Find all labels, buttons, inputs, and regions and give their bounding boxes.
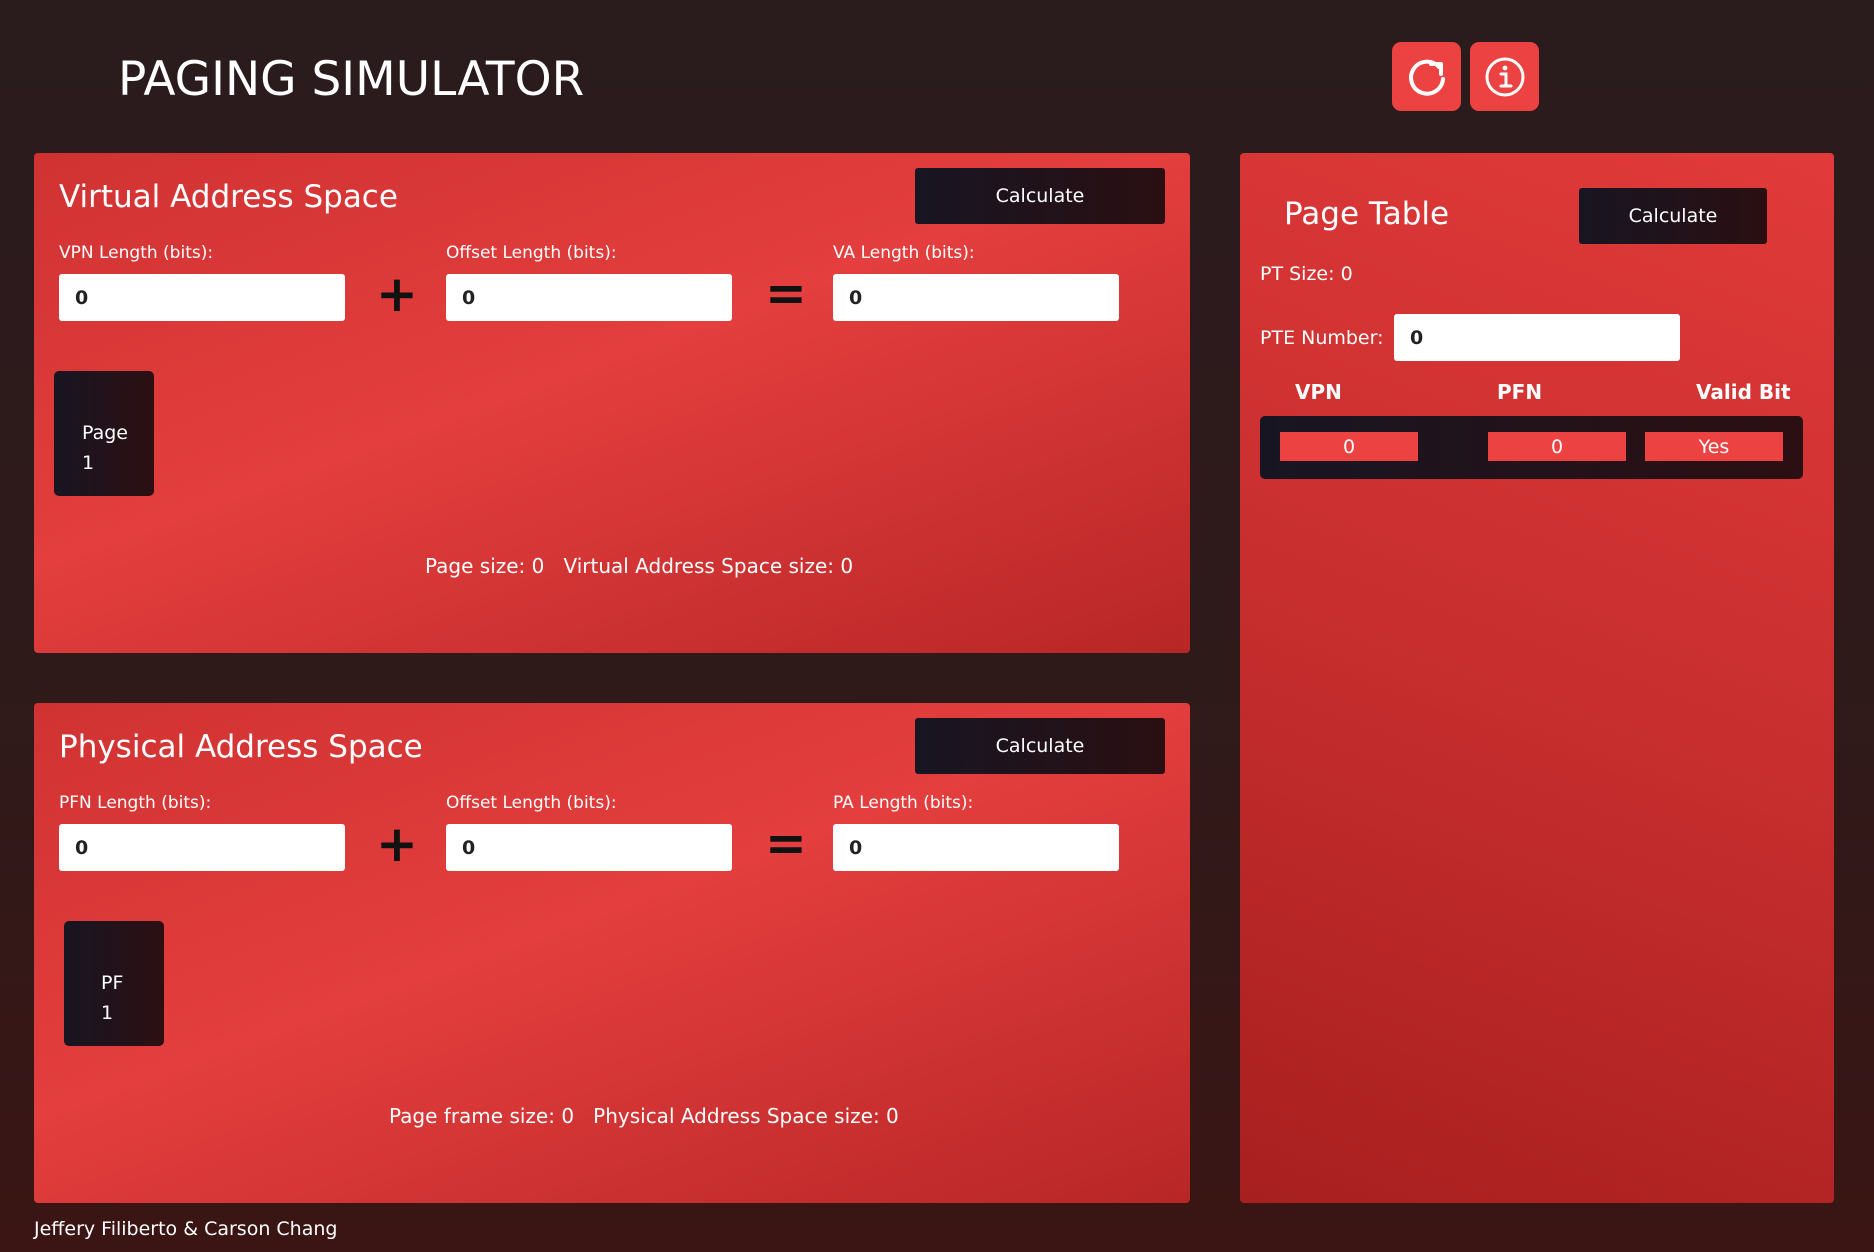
offset-length-input[interactable] (446, 274, 732, 321)
physical-panel-title: Physical Address Space (59, 729, 423, 765)
column-header-vpn: VPN (1295, 380, 1342, 404)
page-tile[interactable]: Page 1 (54, 371, 154, 496)
pte-vpn-cell[interactable]: 0 (1280, 432, 1418, 461)
page-table-title: Page Table (1284, 196, 1450, 232)
equals-sign: = (765, 814, 807, 872)
virtual-calculate-button[interactable]: Calculate (915, 168, 1165, 224)
virtual-space-size-value: 0 (840, 554, 854, 578)
physical-offset-length-input[interactable] (446, 824, 732, 871)
column-header-pfn: PFN (1497, 380, 1543, 404)
virtual-space-size-label: Virtual Address Space size: (563, 554, 835, 578)
page-tile-number: 1 (82, 452, 95, 474)
app-title: PAGING SIMULATOR (118, 52, 585, 107)
page-table-panel (1240, 153, 1834, 1203)
column-header-valid-bit: Valid Bit (1696, 380, 1791, 404)
pa-length-input[interactable] (833, 824, 1119, 871)
pt-size-value: 0 (1340, 263, 1353, 285)
refresh-icon (1408, 59, 1445, 96)
page-size-label: Page size: (425, 554, 526, 578)
page-size-value: 0 (531, 554, 545, 578)
info-icon (1485, 57, 1524, 96)
page-tile-label: Page (82, 422, 128, 444)
plus-sign: + (376, 815, 418, 873)
physical-calculate-button[interactable]: Calculate (915, 718, 1165, 774)
va-length-label: VA Length (bits): (833, 243, 975, 263)
page-table-calculate-button[interactable]: Calculate (1579, 188, 1767, 244)
pte-number-input[interactable] (1394, 314, 1680, 361)
footer-credits: Jeffery Filiberto & Carson Chang (34, 1218, 338, 1240)
page-table-row: 0 0 Yes (1260, 416, 1803, 479)
pfn-length-label: PFN Length (bits): (59, 793, 212, 813)
offset-length-label: Offset Length (bits): (446, 243, 617, 263)
physical-space-size-label: Physical Address Space size: (593, 1104, 880, 1128)
pfn-length-input[interactable] (59, 824, 345, 871)
plus-sign: + (376, 265, 418, 323)
pte-number-label: PTE Number: (1260, 327, 1384, 349)
physical-space-size-value: 0 (886, 1104, 899, 1128)
equals-sign: = (765, 264, 807, 322)
virtual-address-space-panel: Virtual Address Space Calculate VPN Leng… (34, 153, 1190, 653)
frame-size-label: Page frame size: (389, 1104, 555, 1128)
physical-offset-length-label: Offset Length (bits): (446, 793, 617, 813)
info-button[interactable] (1470, 42, 1539, 111)
page-frame-tile-label: PF (101, 972, 124, 994)
page-frame-tile-number: 1 (101, 1002, 114, 1024)
physical-address-space-panel: Physical Address Space Calculate PFN Len… (34, 703, 1190, 1203)
frame-size-summary: Page frame size: 0 Physical Address Spac… (389, 1104, 899, 1128)
pt-size-label: PT Size: (1260, 263, 1335, 285)
page-frame-tile[interactable]: PF 1 (64, 921, 164, 1046)
vpn-length-label: VPN Length (bits): (59, 243, 214, 263)
page-size-summary: Page size: 0 Virtual Address Space size:… (425, 554, 853, 578)
pa-length-label: PA Length (bits): (833, 793, 974, 813)
pt-size: PT Size: 0 (1260, 263, 1353, 285)
pte-valid-bit-cell[interactable]: Yes (1645, 432, 1783, 461)
vpn-length-input[interactable] (59, 274, 345, 321)
virtual-panel-title: Virtual Address Space (59, 179, 398, 215)
reset-button[interactable] (1392, 42, 1461, 111)
frame-size-value: 0 (561, 1104, 575, 1128)
va-length-input[interactable] (833, 274, 1119, 321)
pte-pfn-cell[interactable]: 0 (1488, 432, 1626, 461)
